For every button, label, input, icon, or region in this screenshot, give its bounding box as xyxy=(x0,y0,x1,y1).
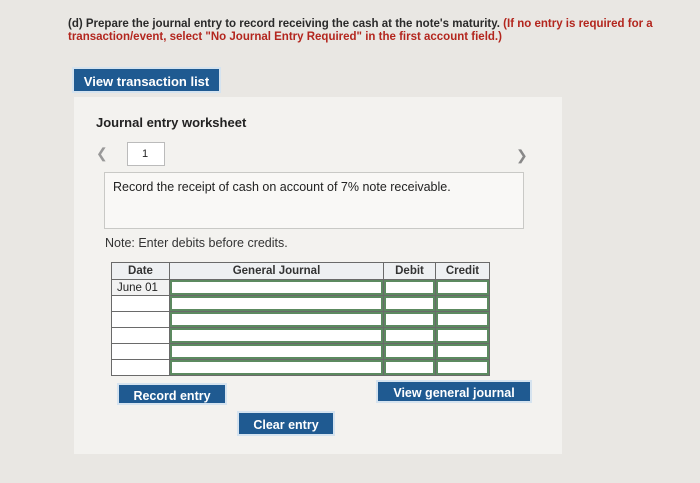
account-input[interactable] xyxy=(169,295,384,312)
table-row xyxy=(111,327,490,344)
journal-entry-worksheet: Journal entry worksheet ❮ 1 ❯ Record the… xyxy=(74,97,562,454)
account-input[interactable] xyxy=(169,279,384,296)
instructions: (d) Prepare the journal entry to record … xyxy=(68,18,688,44)
chevron-right-icon[interactable]: ❯ xyxy=(516,147,528,164)
view-general-journal-button[interactable]: View general journal xyxy=(376,380,532,403)
account-input[interactable] xyxy=(169,327,384,344)
journal-table: Date General Journal Debit Credit June 0… xyxy=(111,262,490,376)
account-input[interactable] xyxy=(169,343,384,360)
column-header-credit: Credit xyxy=(435,262,490,280)
date-cell xyxy=(111,343,170,360)
page-number[interactable]: 1 xyxy=(127,142,165,166)
table-row xyxy=(111,343,490,360)
date-cell xyxy=(111,359,170,376)
clear-entry-button[interactable]: Clear entry xyxy=(237,411,335,436)
view-transaction-list-button[interactable]: View transaction list xyxy=(72,67,221,93)
chevron-left-icon[interactable]: ❮ xyxy=(96,145,108,162)
date-cell xyxy=(111,327,170,344)
debit-input[interactable] xyxy=(383,343,436,360)
date-cell: June 01 xyxy=(111,279,170,296)
transaction-description-box: Record the receipt of cash on account of… xyxy=(104,172,524,229)
worksheet-title: Journal entry worksheet xyxy=(96,115,247,130)
record-entry-button[interactable]: Record entry xyxy=(117,383,227,405)
table-header-row: Date General Journal Debit Credit xyxy=(111,262,490,280)
debit-input[interactable] xyxy=(383,279,436,296)
table-row: June 01 xyxy=(111,279,490,296)
table-row xyxy=(111,311,490,328)
debit-input[interactable] xyxy=(383,311,436,328)
credit-input[interactable] xyxy=(435,295,490,312)
credit-input[interactable] xyxy=(435,359,490,376)
date-cell xyxy=(111,311,170,328)
account-input[interactable] xyxy=(169,359,384,376)
debit-input[interactable] xyxy=(383,327,436,344)
account-input[interactable] xyxy=(169,311,384,328)
credit-input[interactable] xyxy=(435,343,490,360)
date-cell xyxy=(111,295,170,312)
column-header-general-journal: General Journal xyxy=(169,262,384,280)
credit-input[interactable] xyxy=(435,311,490,328)
table-row xyxy=(111,295,490,312)
credit-input[interactable] xyxy=(435,327,490,344)
entry-note: Note: Enter debits before credits. xyxy=(105,236,288,250)
transaction-description: Record the receipt of cash on account of… xyxy=(113,180,451,194)
column-header-debit: Debit xyxy=(383,262,436,280)
instruction-text: (d) Prepare the journal entry to record … xyxy=(68,18,500,30)
credit-input[interactable] xyxy=(435,279,490,296)
debit-input[interactable] xyxy=(383,359,436,376)
table-row xyxy=(111,359,490,376)
column-header-date: Date xyxy=(111,262,170,280)
debit-input[interactable] xyxy=(383,295,436,312)
